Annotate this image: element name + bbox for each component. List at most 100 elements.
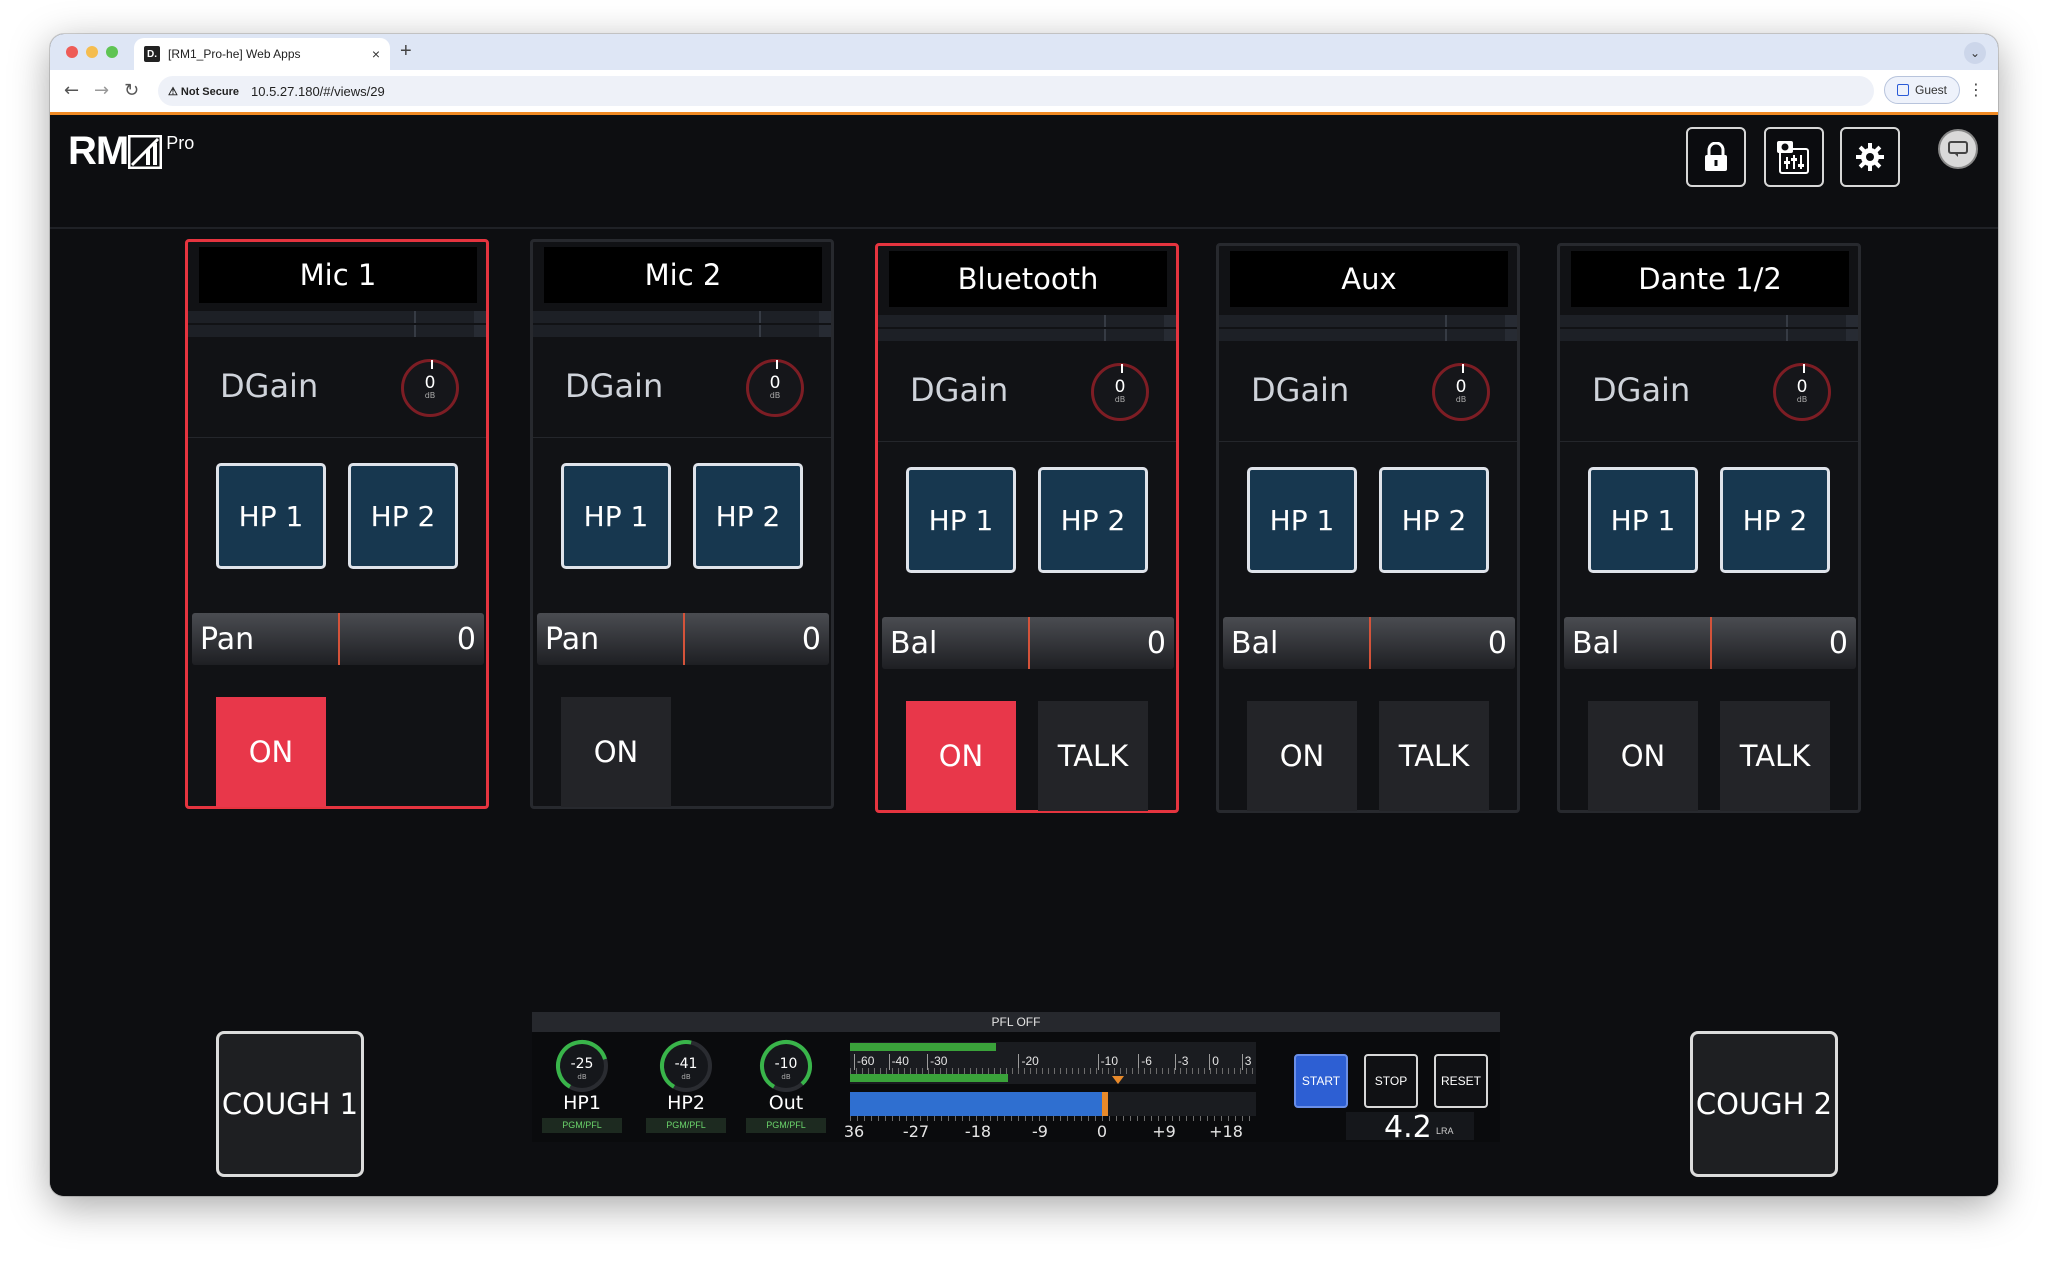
hp2-send-button[interactable]: HP 2 — [1038, 467, 1148, 573]
loudness-scale-label: +18 — [1209, 1122, 1243, 1141]
channel-meter-left — [188, 311, 486, 323]
hp1-send-button[interactable]: HP 1 — [1588, 467, 1698, 573]
logo-mark-icon — [128, 135, 163, 169]
loudness-scale-label: 36 — [843, 1122, 865, 1141]
monitor-label: HP1 — [563, 1092, 601, 1114]
dgain-unit: dB — [1455, 395, 1467, 404]
hp2-send-button[interactable]: HP 2 — [693, 463, 803, 569]
stop-button[interactable]: STOP — [1364, 1054, 1418, 1108]
channel-meter-right — [188, 325, 486, 337]
minimize-window-button[interactable] — [86, 46, 98, 58]
channel-meter-left — [533, 311, 831, 323]
favicon-icon: D. — [144, 46, 160, 62]
loudness-scale-label: -27 — [902, 1122, 930, 1141]
channel-name[interactable]: Mic 2 — [544, 247, 822, 303]
browser-menu-icon[interactable]: ⋮ — [1968, 80, 1984, 99]
dgain-knob[interactable]: 0 dB — [1091, 363, 1149, 421]
peak-scale-label: 3 — [1244, 1054, 1252, 1068]
talk-button[interactable]: TALK — [1038, 701, 1148, 811]
hp2-send-button[interactable]: HP 2 — [1720, 467, 1830, 573]
monitor-knob-hp1[interactable]: -25 dB HP1 PGM/PFL — [542, 1038, 622, 1133]
lock-icon — [1705, 142, 1727, 171]
channel-on-button[interactable]: ON — [1588, 701, 1698, 811]
knob-unit: dB — [577, 1073, 586, 1081]
lra-value: 4.2 — [1384, 1110, 1432, 1145]
pan-slider[interactable]: Bal 0 — [882, 617, 1174, 669]
channel-meter-right — [1219, 329, 1517, 341]
browser-tab[interactable]: D. [RM1_Pro-he] Web Apps × — [134, 38, 390, 70]
lock-button[interactable] — [1686, 127, 1746, 187]
tab-search-chevron-icon[interactable]: ⌄ — [1964, 42, 1986, 64]
channel-name[interactable]: Aux — [1230, 251, 1508, 307]
monitor-knob-hp2[interactable]: -41 dB HP2 PGM/PFL — [646, 1038, 726, 1133]
pfl-status-bar: PFL OFF — [532, 1012, 1500, 1032]
cough-2-button[interactable]: COUGH 2 — [1690, 1031, 1838, 1177]
tab-title: [RM1_Pro-he] Web Apps — [168, 47, 301, 61]
pan-value: 0 — [1146, 625, 1166, 661]
close-window-button[interactable] — [66, 46, 78, 58]
snapshot-button[interactable] — [1764, 127, 1824, 187]
knob-unit: dB — [681, 1073, 690, 1081]
dgain-knob[interactable]: 0 dB — [401, 359, 459, 417]
channel-on-button[interactable]: ON — [906, 701, 1016, 811]
browser-window: D. [RM1_Pro-he] Web Apps × + ⌄ ← → ↻ ⚠ N… — [50, 34, 1998, 1196]
hp1-send-button[interactable]: HP 1 — [906, 467, 1016, 573]
pan-center-mark — [1369, 617, 1371, 669]
cough-1-button[interactable]: COUGH 1 — [216, 1031, 364, 1177]
not-secure-badge[interactable]: ⚠ Not Secure — [168, 85, 239, 98]
dgain-value: 0 — [769, 373, 781, 393]
talk-button[interactable]: TALK — [1720, 701, 1830, 811]
channel-on-button[interactable]: ON — [1247, 701, 1357, 811]
channel-name[interactable]: Bluetooth — [889, 251, 1167, 307]
dgain-unit: dB — [424, 391, 436, 400]
pan-slider[interactable]: Bal 0 — [1223, 617, 1515, 669]
start-button[interactable]: START — [1294, 1054, 1348, 1108]
guest-profile-button[interactable]: Guest — [1884, 76, 1960, 104]
channel-on-button[interactable]: ON — [561, 697, 671, 807]
pan-center-mark — [338, 613, 340, 665]
knob-value: -10 — [775, 1056, 798, 1072]
back-arrow-icon[interactable]: ← — [64, 80, 79, 101]
pan-slider[interactable]: Pan 0 — [192, 613, 484, 665]
reset-button[interactable]: RESET — [1434, 1054, 1488, 1108]
channel-strip: Mic 2 DGain 0 dB HP 1 HP 2 Pan 0 ON — [530, 239, 834, 809]
reload-icon[interactable]: ↻ — [124, 80, 139, 101]
loudness-scale-label: -18 — [964, 1122, 992, 1141]
hp1-send-button[interactable]: HP 1 — [1247, 467, 1357, 573]
talk-button[interactable]: TALK — [1379, 701, 1489, 811]
pan-slider[interactable]: Bal 0 — [1564, 617, 1856, 669]
guest-label: Guest — [1914, 83, 1947, 97]
monitor-source: PGM/PFL — [746, 1118, 826, 1133]
channel-meter-left — [1219, 315, 1517, 327]
maximize-window-button[interactable] — [106, 46, 118, 58]
dgain-value: 0 — [1455, 377, 1467, 397]
settings-button[interactable] — [1840, 127, 1900, 187]
forward-arrow-icon[interactable]: → — [94, 80, 109, 101]
tab-close-button[interactable]: × — [372, 46, 380, 62]
tab-bar: D. [RM1_Pro-he] Web Apps × + ⌄ — [50, 34, 1998, 70]
hp1-send-button[interactable]: HP 1 — [216, 463, 326, 569]
dgain-knob[interactable]: 0 dB — [1773, 363, 1831, 421]
new-tab-button[interactable]: + — [400, 40, 412, 63]
address-bar[interactable]: ⚠ Not Secure 10.5.27.180/#/views/29 — [158, 76, 1874, 106]
channel-name[interactable]: Mic 1 — [199, 247, 477, 303]
hp2-send-button[interactable]: HP 2 — [1379, 467, 1489, 573]
channel-on-button[interactable]: ON — [216, 697, 326, 807]
hp1-send-button[interactable]: HP 1 — [561, 463, 671, 569]
channel-name[interactable]: Dante 1/2 — [1571, 251, 1849, 307]
channel-meter-right — [533, 325, 831, 337]
dgain-knob[interactable]: 0 dB — [1432, 363, 1490, 421]
pan-label: Bal — [890, 625, 938, 661]
message-button[interactable] — [1938, 129, 1978, 169]
monitor-label: Out — [768, 1092, 804, 1114]
rm-pro-logo: RM Pro — [68, 129, 194, 174]
hp2-send-button[interactable]: HP 2 — [348, 463, 458, 569]
monitor-source: PGM/PFL — [646, 1118, 726, 1133]
peak-scale-label: -20 — [1021, 1054, 1039, 1068]
peak-scale-label: -3 — [1177, 1054, 1189, 1068]
pan-slider[interactable]: Pan 0 — [537, 613, 829, 665]
monitor-knob-out[interactable]: -10 dB Out PGM/PFL — [746, 1038, 826, 1133]
peak-hold-marker — [1112, 1076, 1124, 1084]
dgain-knob[interactable]: 0 dB — [746, 359, 804, 417]
pan-value: 0 — [1487, 625, 1507, 661]
